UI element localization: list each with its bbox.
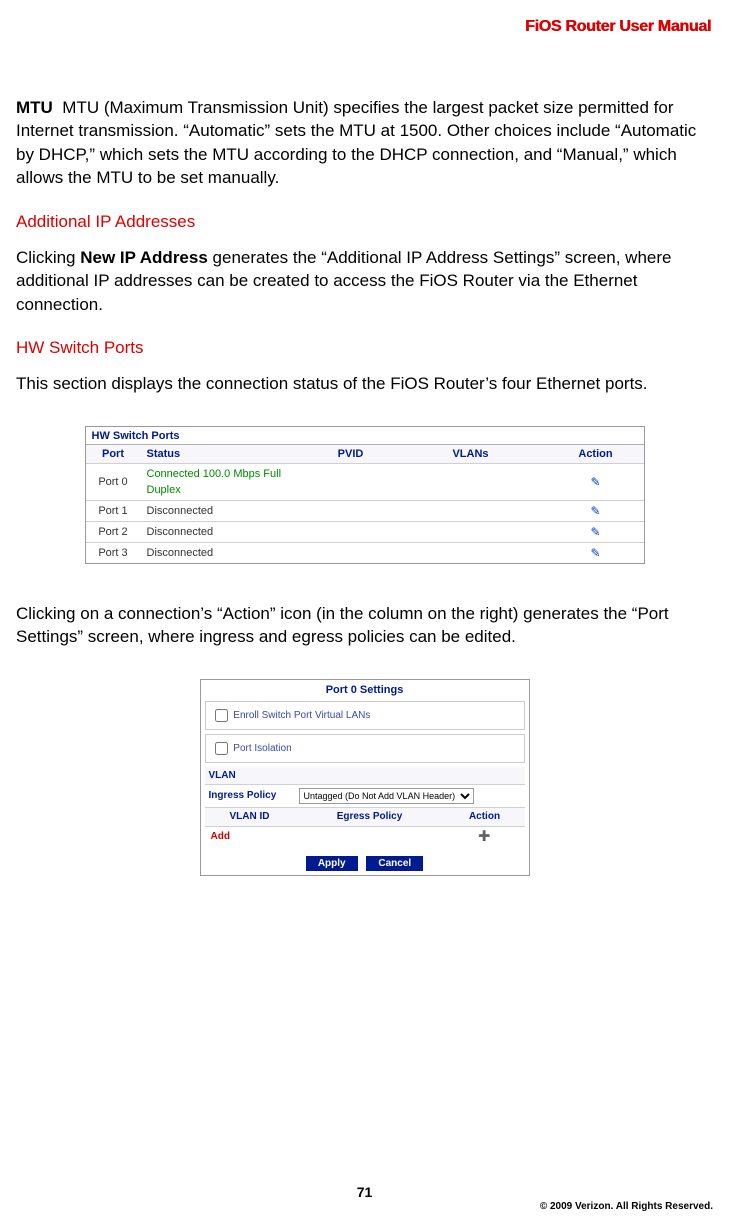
vlan-section-label: VLAN: [205, 767, 525, 784]
status-cell: Disconnected: [141, 524, 316, 540]
hw-switch-ports-panel: HW Switch Ports Port Status PVID VLANs A…: [85, 426, 645, 564]
table-row: Port 3 Disconnected ✎: [86, 542, 644, 563]
col-port: Port: [86, 445, 141, 463]
col-pvid: PVID: [316, 445, 386, 463]
col-vlan-id: VLAN ID: [205, 808, 295, 826]
ingress-label: Ingress Policy: [209, 790, 299, 801]
hw-switch-panel-title: HW Switch Ports: [86, 427, 644, 445]
vlan-add-row: Add ➕: [205, 826, 525, 846]
additional-ip-heading: Additional IP Addresses: [16, 212, 713, 232]
vlan-columns-header: VLAN ID Egress Policy Action: [205, 808, 525, 826]
new-ip-address-label: New IP Address: [80, 248, 208, 267]
add-icon[interactable]: ➕: [445, 827, 525, 846]
table-row: Port 0 Connected 100.0 Mbps Full Duplex …: [86, 463, 644, 500]
mtu-term: MTU: [16, 98, 53, 117]
port-cell: Port 0: [86, 474, 141, 490]
hw-switch-after: Clicking on a connection’s “Action” icon…: [16, 602, 713, 649]
enroll-label: Enroll Switch Port Virtual LANs: [233, 710, 370, 721]
isolation-label: Port Isolation: [233, 743, 291, 754]
action-icon[interactable]: ✎: [556, 503, 636, 519]
mtu-text: MTU (Maximum Transmission Unit) specifie…: [16, 98, 696, 187]
port-settings-panel: Port 0 Settings Enroll Switch Port Virtu…: [200, 679, 530, 876]
ingress-row: Ingress Policy Untagged (Do Not Add VLAN…: [205, 784, 525, 808]
hw-switch-heading: HW Switch Ports: [16, 338, 713, 358]
col-status: Status: [141, 445, 316, 463]
table-row: Port 2 Disconnected ✎: [86, 521, 644, 542]
status-cell: Connected 100.0 Mbps Full Duplex: [141, 466, 316, 498]
hw-switch-header-row: Port Status PVID VLANs Action: [86, 445, 644, 463]
col-action: Action: [556, 445, 636, 463]
manual-title: FiOS Router User Manual: [16, 18, 713, 36]
col-action2: Action: [445, 808, 525, 826]
port-cell: Port 3: [86, 545, 141, 561]
enroll-row[interactable]: Enroll Switch Port Virtual LANs: [205, 701, 525, 730]
add-link[interactable]: Add: [205, 827, 295, 846]
col-egress: Egress Policy: [295, 808, 445, 826]
col-vlans: VLANs: [386, 445, 556, 463]
status-cell: Disconnected: [141, 503, 316, 519]
table-row: Port 1 Disconnected ✎: [86, 500, 644, 521]
cancel-button[interactable]: Cancel: [366, 856, 423, 871]
copyright: © 2009 Verizon. All Rights Reserved.: [540, 1201, 713, 1212]
ingress-select[interactable]: Untagged (Do Not Add VLAN Header): [299, 788, 474, 804]
isolation-checkbox[interactable]: [215, 742, 228, 755]
port-settings-title: Port 0 Settings: [205, 684, 525, 696]
additional-ip-pre: Clicking: [16, 248, 80, 267]
isolation-row[interactable]: Port Isolation: [205, 734, 525, 763]
hw-switch-intro: This section displays the connection sta…: [16, 372, 713, 395]
page-number: 71: [0, 1184, 729, 1200]
additional-ip-paragraph: Clicking New IP Address generates the “A…: [16, 246, 713, 316]
port-cell: Port 1: [86, 503, 141, 519]
action-icon[interactable]: ✎: [556, 474, 636, 490]
apply-button[interactable]: Apply: [306, 856, 358, 871]
mtu-paragraph: MTU MTU (Maximum Transmission Unit) spec…: [16, 96, 713, 190]
status-cell: Disconnected: [141, 545, 316, 561]
port-cell: Port 2: [86, 524, 141, 540]
action-icon[interactable]: ✎: [556, 524, 636, 540]
enroll-checkbox[interactable]: [215, 709, 228, 722]
action-icon[interactable]: ✎: [556, 545, 636, 561]
